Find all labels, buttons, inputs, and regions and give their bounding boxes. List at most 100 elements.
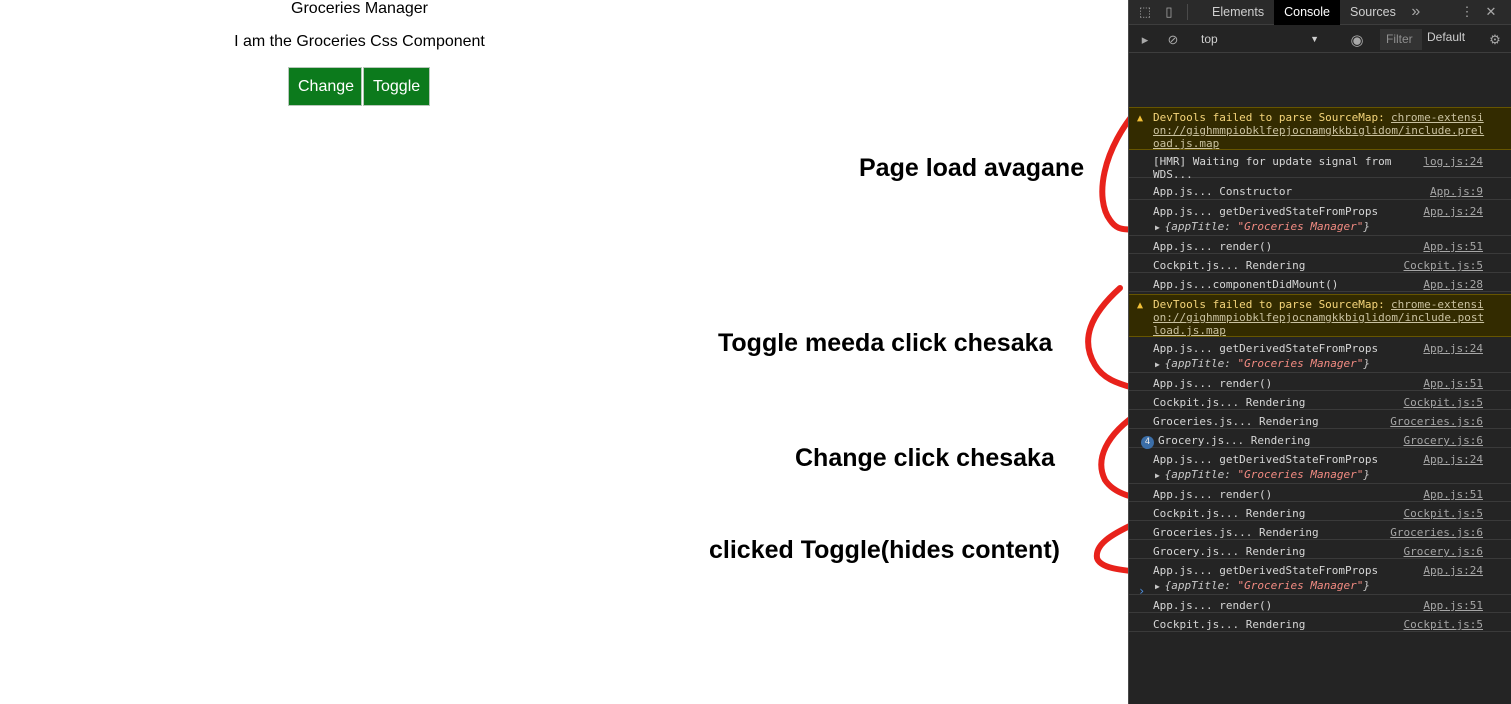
console-message-text: App.js... getDerivedStateFromProps <box>1153 564 1379 577</box>
object-string-value: "Groceries Manager" <box>1237 468 1364 481</box>
sourcemap-link[interactable]: chrome-extensi on://gighmmpiobklfepjocna… <box>1153 298 1484 337</box>
sourcemap-link[interactable]: chrome-extensi on://gighmmpiobklfepjocna… <box>1153 111 1484 150</box>
console-message: App.js... getDerivedStateFromProps App.js… <box>1129 451 1511 484</box>
app-page: Groceries Manager I am the Groceries Css… <box>0 0 1128 704</box>
change-button[interactable]: Change <box>288 67 362 106</box>
settings-gear-icon[interactable]: ⚙ <box>1485 27 1505 52</box>
console-message: 4 Grocery.js... Rendering Grocery.js:6 <box>1129 432 1511 449</box>
console-message-text: [HMR] Waiting for update signal from WDS… <box>1153 155 1392 181</box>
button-row: Change Toggle <box>288 67 430 106</box>
source-link[interactable]: Grocery.js:6 <box>1404 434 1483 447</box>
app-title: Groceries Manager <box>291 0 428 17</box>
console-message-text: App.js... render() <box>1153 488 1273 501</box>
sidebar-toggle-icon[interactable]: ▸ <box>1135 27 1155 52</box>
console-message: App.js... render() App.js:51 <box>1129 597 1511 613</box>
console-message-text: Cockpit.js... Rendering <box>1153 259 1306 272</box>
console-message-text: Cockpit.js... Rendering <box>1153 396 1306 409</box>
devtools-panel: ⬚ ▯ Elements Console Sources » ⋮ ✕ ▸ ⊘ t… <box>1128 0 1511 704</box>
annotation-toggle-click: Toggle meeda click chesaka <box>718 329 1053 357</box>
filter-input[interactable]: Filter <box>1380 29 1422 50</box>
object-key: {appTitle: <box>1164 468 1238 481</box>
console-message-text: App.js...componentDidMount() <box>1153 278 1339 291</box>
tab-sources[interactable]: Sources <box>1340 0 1406 25</box>
object-string-value: "Groceries Manager" <box>1237 357 1364 370</box>
object-close-brace: } <box>1363 220 1370 233</box>
close-icon[interactable]: ✕ <box>1481 0 1501 25</box>
source-link[interactable]: App.js:24 <box>1423 342 1483 355</box>
expand-triangle-icon[interactable]: ▶ <box>1155 360 1165 369</box>
console-message: App.js... getDerivedStateFromProps App.js… <box>1129 340 1511 373</box>
source-link[interactable]: Grocery.js:6 <box>1404 545 1483 558</box>
object-string-value: "Groceries Manager" <box>1237 220 1364 233</box>
device-toolbar-icon[interactable]: ▯ <box>1159 0 1179 25</box>
source-link[interactable]: App.js:51 <box>1423 488 1483 501</box>
expand-triangle-icon[interactable]: ▶ <box>1155 471 1165 480</box>
more-tabs-icon[interactable]: » <box>1406 0 1426 25</box>
source-link[interactable]: App.js:9 <box>1430 185 1483 198</box>
console-message: App.js... render() App.js:51 <box>1129 486 1511 502</box>
console-toolbar: ▸ ⊘ top ▼ ◉ Filter Default ⚙ <box>1129 25 1511 53</box>
source-link[interactable]: log.js:24 <box>1423 155 1483 168</box>
object-preview[interactable]: ▶ {appTitle: "Groceries Manager"} <box>1155 579 1370 593</box>
source-link[interactable]: Cockpit.js:5 <box>1404 259 1483 272</box>
source-link[interactable]: Cockpit.js:5 <box>1404 396 1483 409</box>
kebab-menu-icon[interactable]: ⋮ <box>1457 0 1477 25</box>
object-close-brace: } <box>1363 579 1370 592</box>
source-link[interactable]: App.js:51 <box>1423 377 1483 390</box>
object-preview[interactable]: ▶ {appTitle: "Groceries Manager"} <box>1155 357 1370 371</box>
log-levels-select[interactable]: Default <box>1427 30 1465 44</box>
object-close-brace: } <box>1363 468 1370 481</box>
console-message-text: App.js... render() <box>1153 377 1273 390</box>
object-preview[interactable]: ▶ {appTitle: "Groceries Manager"} <box>1155 220 1370 234</box>
object-preview[interactable]: ▶ {appTitle: "Groceries Manager"} <box>1155 468 1370 482</box>
chevron-down-icon: ▼ <box>1310 34 1319 44</box>
expand-triangle-icon[interactable]: ▶ <box>1155 582 1165 591</box>
console-message-text: App.js... render() <box>1153 599 1273 612</box>
console-message-text: App.js... getDerivedStateFromProps <box>1153 453 1379 466</box>
tabbar-divider <box>1187 4 1188 20</box>
console-message-text: Grocery.js... Rendering <box>1153 545 1306 558</box>
console-warning: ▲ DevTools failed to parse SourceMap: chr… <box>1129 107 1511 150</box>
console-message: Groceries.js... Rendering Groceries.js:6 <box>1129 524 1511 540</box>
app-subtitle: I am the Groceries Css Component <box>234 33 485 50</box>
console-message: App.js... getDerivedStateFromProps App.js… <box>1129 203 1511 236</box>
source-link[interactable]: App.js:24 <box>1423 453 1483 466</box>
warning-icon: ▲ <box>1137 113 1144 124</box>
object-key: {appTitle: <box>1164 357 1238 370</box>
console-message: Cockpit.js... Rendering Cockpit.js:5 <box>1129 257 1511 273</box>
tab-console[interactable]: Console <box>1274 0 1340 25</box>
source-link[interactable]: Cockpit.js:5 <box>1404 507 1483 520</box>
context-select-value: top <box>1201 32 1218 46</box>
console-message: App.js... getDerivedStateFromProps App.js… <box>1129 562 1511 595</box>
tab-elements[interactable]: Elements <box>1202 0 1274 25</box>
clear-console-icon[interactable]: ⊘ <box>1163 27 1183 52</box>
expand-triangle-icon[interactable]: ▶ <box>1155 223 1165 232</box>
source-link[interactable]: App.js:28 <box>1423 278 1483 291</box>
console-message-text: Grocery.js... Rendering <box>1158 434 1311 447</box>
console-message: Cockpit.js... Rendering Cockpit.js:5 <box>1129 505 1511 521</box>
source-link[interactable]: App.js:24 <box>1423 564 1483 577</box>
warning-icon: ▲ <box>1137 300 1144 311</box>
source-link[interactable]: Cockpit.js:5 <box>1404 618 1483 631</box>
console-message: App.js... render() App.js:51 <box>1129 375 1511 391</box>
console-message-text: App.js... render() <box>1153 240 1273 253</box>
console-message-text: Cockpit.js... Rendering <box>1153 507 1306 520</box>
eye-icon[interactable]: ◉ <box>1347 27 1367 52</box>
toggle-button[interactable]: Toggle <box>363 67 430 106</box>
object-key: {appTitle: <box>1164 579 1238 592</box>
source-link[interactable]: App.js:24 <box>1423 205 1483 218</box>
source-link[interactable]: Groceries.js:6 <box>1390 415 1483 428</box>
console-message: Groceries.js... Rendering Groceries.js:6 <box>1129 413 1511 429</box>
console-message: App.js... render() App.js:51 <box>1129 238 1511 254</box>
source-link[interactable]: Groceries.js:6 <box>1390 526 1483 539</box>
console-message-text: Groceries.js... Rendering <box>1153 526 1319 539</box>
console-prompt[interactable]: › <box>1138 584 1145 598</box>
inspect-element-icon[interactable]: ⬚ <box>1135 0 1155 25</box>
annotation-clicked-toggle: clicked Toggle(hides content) <box>709 536 1060 564</box>
console-message-text: App.js... getDerivedStateFromProps <box>1153 342 1379 355</box>
context-select[interactable]: top ▼ <box>1193 29 1323 49</box>
source-link[interactable]: App.js:51 <box>1423 599 1483 612</box>
console-message-text: Cockpit.js... Rendering <box>1153 618 1306 631</box>
object-key: {appTitle: <box>1164 220 1238 233</box>
source-link[interactable]: App.js:51 <box>1423 240 1483 253</box>
